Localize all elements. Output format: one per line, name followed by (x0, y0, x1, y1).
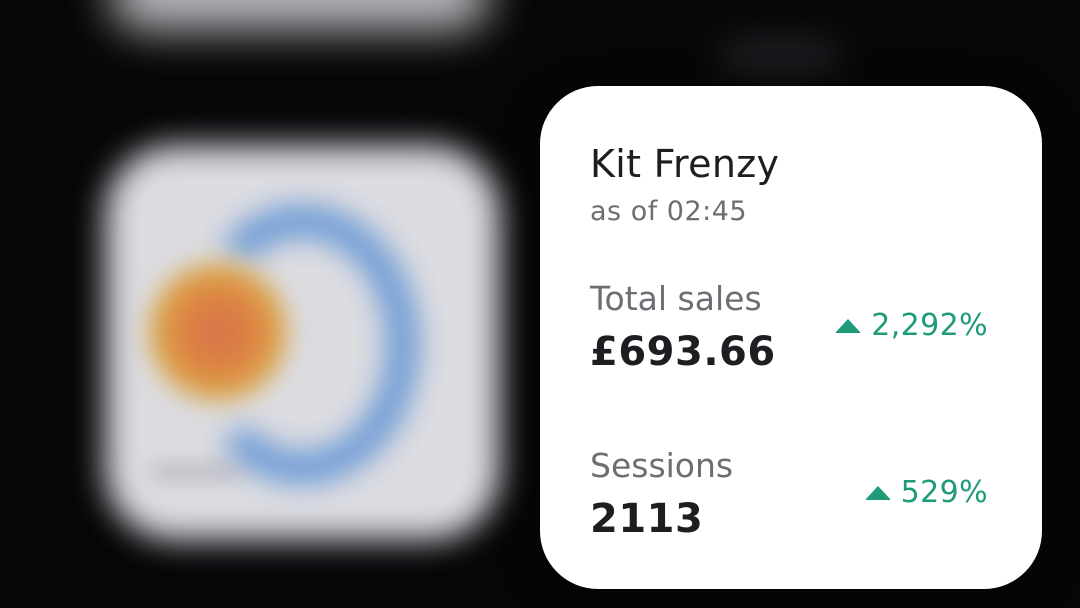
blurred-chart-core (148, 262, 288, 402)
sessions-value: 2113 (590, 496, 704, 542)
home-screen: Kit Frenzy as of 02:45 Total sales £693.… (0, 0, 1080, 608)
total-sales-value: £693.66 (590, 329, 776, 375)
sessions-label: Sessions (590, 446, 734, 485)
blurred-background-element (720, 40, 840, 70)
store-stats-widget[interactable]: Kit Frenzy as of 02:45 Total sales £693.… (540, 86, 1042, 589)
blurred-background-widget-top (110, 0, 490, 30)
total-sales-change: 2,292% (835, 308, 988, 343)
sessions-change: 529% (864, 475, 988, 510)
total-sales-change-value: 2,292% (871, 308, 988, 343)
sessions-change-value: 529% (900, 475, 988, 510)
blurred-background-label (150, 465, 240, 479)
last-updated-time: as of 02:45 (590, 196, 748, 227)
triangle-up-icon (835, 318, 862, 333)
triangle-up-icon (864, 485, 891, 500)
total-sales-label: Total sales (590, 279, 762, 318)
store-name: Kit Frenzy (590, 142, 780, 186)
